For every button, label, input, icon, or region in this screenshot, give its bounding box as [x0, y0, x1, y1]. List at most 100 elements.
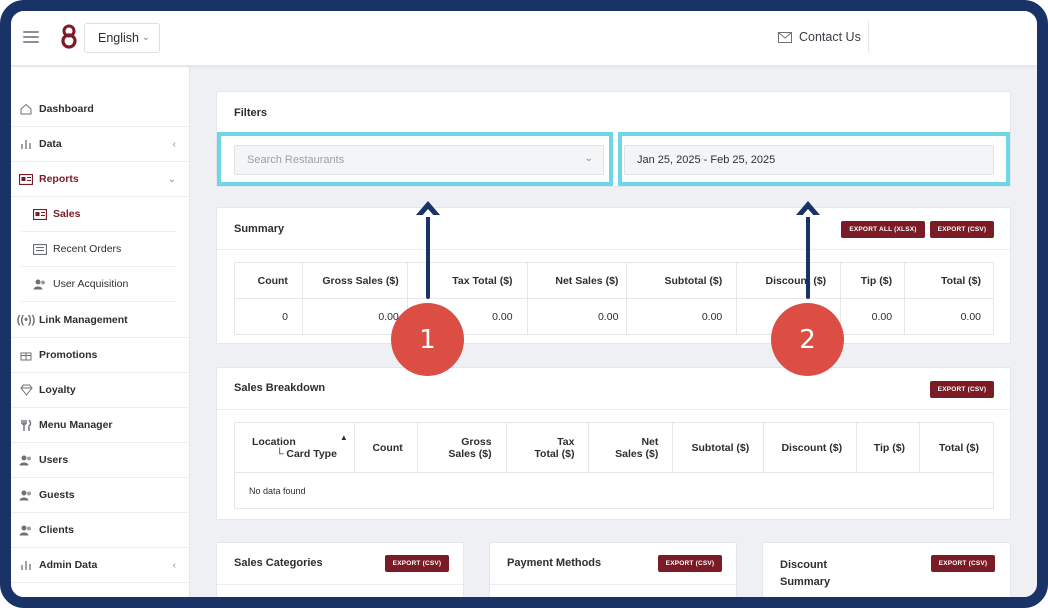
column-header: Net Sales ($): [588, 422, 674, 473]
gift-icon: [19, 348, 33, 362]
column-header-location[interactable]: Location └ Card Type ▲: [234, 422, 355, 473]
utensils-icon: [19, 418, 33, 432]
contact-us-link[interactable]: Contact Us: [778, 30, 861, 44]
sales-categories-card: Sales Categories EXPORT (CSV): [216, 542, 464, 597]
sales-breakdown-card: Sales Breakdown EXPORT (CSV) Location └ …: [216, 367, 1011, 520]
export-csv-button[interactable]: EXPORT (CSV): [930, 381, 994, 398]
column-header: Subtotal ($): [672, 422, 765, 473]
sidebar-item-admin-data[interactable]: Admin Data ‹: [11, 548, 190, 583]
hamburger-menu-icon[interactable]: [23, 31, 39, 43]
card-type-header-label: └ Card Type: [276, 447, 337, 460]
summary-card: Summary EXPORT ALL (XLSX) EXPORT (CSV) C…: [216, 207, 1011, 344]
column-header-line: Tax: [557, 435, 575, 448]
envelope-icon: [778, 31, 792, 43]
column-header: Count: [234, 262, 303, 299]
sidebar-item-users[interactable]: Users: [11, 443, 190, 478]
sidebar-item-label: Menu Manager: [39, 419, 113, 431]
filters-title: Filters: [234, 107, 268, 119]
top-bar: English ⌄ Contact Us: [11, 11, 1037, 66]
export-csv-button[interactable]: EXPORT (CSV): [385, 555, 449, 572]
divider: [217, 249, 1010, 250]
sidebar: Dashboard Data ‹ Reports ⌄ Sales Recent …: [11, 67, 190, 597]
column-header-line: Net: [641, 435, 659, 448]
export-all-xlsx-button[interactable]: EXPORT ALL (XLSX): [841, 221, 925, 238]
sidebar-item-data[interactable]: Data ‹: [11, 127, 190, 162]
annotation-arrowhead-1-inner: [421, 209, 435, 217]
sidebar-item-label: Clients: [39, 524, 75, 536]
column-header: Gross Sales ($): [416, 422, 507, 473]
sales-breakdown-title: Sales Breakdown: [234, 382, 326, 394]
sidebar-item-recent-orders[interactable]: Recent Orders: [21, 232, 176, 267]
location-header-label: Location: [252, 435, 296, 448]
sidebar-item-label: Sales: [53, 208, 81, 220]
list-icon: [33, 242, 47, 256]
diamond-icon: [19, 383, 33, 397]
discount-summary-card: Discount Summary EXPORT (CSV): [762, 542, 1011, 597]
sidebar-item-label: Reports: [39, 173, 79, 185]
column-header: Discount ($): [763, 422, 858, 473]
sidebar-item-label: Link Management: [39, 314, 128, 326]
table-row: No data found: [234, 472, 994, 509]
sidebar-item-dashboard[interactable]: Dashboard: [11, 92, 190, 127]
sidebar-item-label: Recent Orders: [53, 243, 122, 255]
users-icon: [19, 523, 33, 537]
sidebar-item-menu-manager[interactable]: Menu Manager: [11, 408, 190, 443]
sidebar-item-reports[interactable]: Reports ⌄: [11, 162, 190, 197]
payment-methods-card: Payment Methods EXPORT (CSV): [489, 542, 737, 597]
sidebar-item-label: User Acquisition: [53, 278, 129, 290]
sidebar-item-sales[interactable]: Sales: [21, 197, 176, 232]
column-header: Discount ($): [736, 262, 842, 299]
sort-ascending-icon[interactable]: ▲: [340, 433, 348, 442]
column-header: Total ($): [904, 262, 994, 299]
chevron-left-icon: ‹: [172, 138, 176, 150]
export-csv-button[interactable]: EXPORT (CSV): [931, 555, 995, 572]
annotation-arrowhead-2-inner: [801, 209, 815, 217]
users-icon: [33, 277, 47, 291]
chevron-left-icon: ‹: [172, 559, 176, 571]
sidebar-item-link-management[interactable]: ((•)) Link Management: [11, 303, 190, 338]
divider: [868, 21, 869, 53]
sidebar-item-label: Promotions: [39, 349, 98, 361]
language-select[interactable]: English ⌄: [84, 23, 160, 53]
column-header-line: Total ($): [534, 447, 575, 460]
sidebar-item-guests[interactable]: Guests: [11, 478, 190, 513]
column-header: Tax Total ($): [505, 422, 590, 473]
sidebar-item-label: Guests: [39, 489, 75, 501]
summary-title: Summary: [234, 223, 285, 235]
table-cell: 0.00: [526, 298, 628, 335]
annotation-arrow-2: [806, 211, 810, 299]
divider: [217, 584, 463, 585]
column-header-line: Gross: [461, 435, 492, 448]
table-cell: 0: [234, 298, 303, 335]
sidebar-item-user-acquisition[interactable]: User Acquisition: [21, 267, 176, 302]
summary-table: Count Gross Sales ($) Tax Total ($) Net …: [234, 262, 994, 335]
chevron-down-icon: ⌄: [141, 32, 150, 43]
discount-summary-title: Discount Summary: [780, 557, 830, 591]
report-icon: [19, 172, 33, 186]
home-icon: [19, 102, 33, 116]
sidebar-item-promotions[interactable]: Promotions: [11, 338, 190, 373]
column-header: Count: [353, 422, 418, 473]
annotation-arrow-1: [426, 211, 430, 299]
table-cell: 0.00: [626, 298, 738, 335]
sidebar-item-loyalty[interactable]: Loyalty: [11, 373, 190, 408]
sales-categories-title: Sales Categories: [234, 557, 323, 569]
column-header-line: Sales ($): [615, 447, 659, 460]
sidebar-item-label: Data: [39, 138, 62, 150]
payment-methods-title: Payment Methods: [507, 557, 602, 569]
users-icon: [19, 453, 33, 467]
table-cell: 0.00: [840, 298, 906, 335]
sidebar-item-label: Loyalty: [39, 384, 76, 396]
brand-logo-icon[interactable]: [59, 23, 79, 49]
app-window: English ⌄ Contact Us Dashboard Data ‹ Re…: [0, 0, 1048, 608]
annotation-marker-1: 1: [391, 303, 464, 376]
export-csv-button[interactable]: EXPORT (CSV): [658, 555, 722, 572]
highlight-box-date: [618, 132, 1010, 186]
divider: [217, 409, 1010, 410]
sidebar-item-clients[interactable]: Clients: [11, 513, 190, 548]
discount-summary-title-line: Discount: [780, 559, 828, 571]
users-icon: [19, 488, 33, 502]
bar-chart-icon: [19, 137, 33, 151]
export-csv-button[interactable]: EXPORT (CSV): [930, 221, 994, 238]
table-cell: 0.00: [904, 298, 994, 335]
